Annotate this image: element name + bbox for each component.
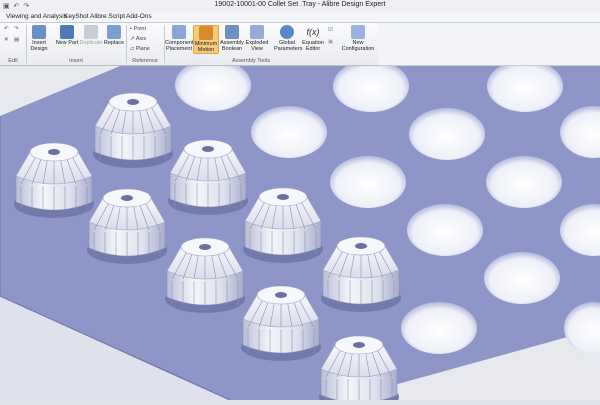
empty-hole (330, 156, 406, 208)
properties-icon[interactable]: ▤ (14, 37, 19, 43)
collet-bore (202, 146, 214, 152)
collet-bore (48, 149, 60, 155)
minimum-motion-button[interactable]: Minimum Motion (193, 25, 219, 54)
3d-viewport[interactable] (0, 59, 600, 405)
global-parameters-label: Global Parameters (274, 40, 303, 52)
exploded-view-label: Exploded View (245, 40, 269, 52)
empty-hole (251, 106, 327, 158)
ribbon-empty-area (378, 23, 600, 66)
axis-button[interactable]: ↗ Axis (130, 36, 146, 42)
assembly-boolean-icon (225, 25, 239, 39)
minimum-motion-label: Minimum Motion (194, 41, 218, 53)
duplicate-button[interactable]: Duplicate (79, 25, 103, 46)
menu-bar: Viewing and Analysis KeyShot Alibre Scri… (0, 12, 600, 23)
empty-hole (486, 156, 562, 208)
group-label-assembly-tools: Assembly Tools (231, 58, 271, 64)
delete-icon[interactable]: ✕ (4, 37, 9, 43)
collet-bore (355, 243, 367, 249)
collet-bore (199, 244, 211, 250)
new-configuration-button[interactable]: New Configuration (340, 25, 376, 52)
replace-icon (107, 25, 121, 39)
tray-model-render (0, 59, 600, 405)
collet-bore (275, 292, 287, 298)
global-parameters-button[interactable]: Global Parameters (274, 25, 303, 52)
collet-bore (121, 195, 133, 201)
ribbon: ↶ ↷ ✕ ▤ Edit Insert Design New Part Dupl… (0, 23, 379, 66)
new-configuration-label: New Configuration (341, 40, 375, 52)
component-placement-label: Component Placement (165, 40, 194, 52)
assembly-boolean-label: Assembly Boolean (220, 40, 244, 52)
duplicate-icon (84, 25, 98, 39)
menu-add-ons[interactable]: Add-Ons (126, 13, 152, 20)
equation-editor-button[interactable]: f(x) Equation Editor (300, 25, 326, 52)
plane-label: Plane (135, 46, 150, 52)
plane-icon: ▱ (130, 46, 135, 52)
collet-bore (353, 342, 365, 348)
replace-label: Replace (103, 40, 125, 46)
menu-alibre-script[interactable]: Alibre Script (90, 13, 125, 20)
new-part-icon (60, 25, 74, 39)
point-button[interactable]: • Point (130, 26, 146, 32)
axis-icon: ↗ (130, 36, 135, 42)
equation-editor-icon: f(x) (306, 27, 320, 37)
insert-design-icon (32, 25, 46, 39)
component-placement-button[interactable]: Component Placement (165, 25, 193, 52)
equation-editor-label: Equation Editor (302, 40, 324, 52)
duplicate-label: Duplicate (79, 40, 103, 46)
insert-design-label: Insert Design (30, 40, 48, 52)
empty-hole (407, 204, 483, 256)
new-part-label: New Part (55, 40, 79, 46)
global-parameters-icon (280, 25, 294, 39)
new-part-button[interactable]: New Part (54, 25, 80, 46)
menu-viewing-analysis[interactable]: Viewing and Analysis (6, 13, 67, 20)
minimum-motion-icon (199, 26, 213, 40)
exploded-view-button[interactable]: Exploded View (245, 25, 269, 52)
empty-hole (409, 108, 485, 160)
plane-button[interactable]: ▱ Plane (130, 46, 150, 52)
undo-icon[interactable]: ↶ (4, 26, 9, 32)
group-label-edit: Edit (8, 58, 18, 64)
new-configuration-icon (351, 25, 365, 39)
axis-label: Axis (135, 36, 147, 42)
insert-design-button[interactable]: Insert Design (28, 25, 50, 52)
replace-button[interactable]: Replace (103, 25, 125, 46)
redo-icon[interactable]: ↷ (14, 26, 19, 32)
exploded-view-icon (250, 25, 264, 39)
point-label: Point (133, 26, 147, 32)
menu-keyshot[interactable]: KeyShot (64, 13, 89, 20)
cube-icon[interactable]: ▣ (328, 39, 333, 45)
collet-bore (277, 194, 289, 200)
empty-hole (401, 302, 477, 354)
group-label-insert: Insert (69, 58, 83, 64)
component-placement-icon (172, 25, 186, 39)
point-icon: • (130, 26, 132, 32)
assembly-boolean-button[interactable]: Assembly Boolean (219, 25, 245, 52)
collet-bore (127, 99, 139, 105)
checkbox-icon[interactable]: ☑ (328, 27, 333, 33)
empty-hole (484, 252, 560, 304)
group-label-reference: Reference (132, 58, 158, 64)
window-title: 19002-10001-00 Collet Set .Tray - Alibre… (214, 1, 386, 8)
